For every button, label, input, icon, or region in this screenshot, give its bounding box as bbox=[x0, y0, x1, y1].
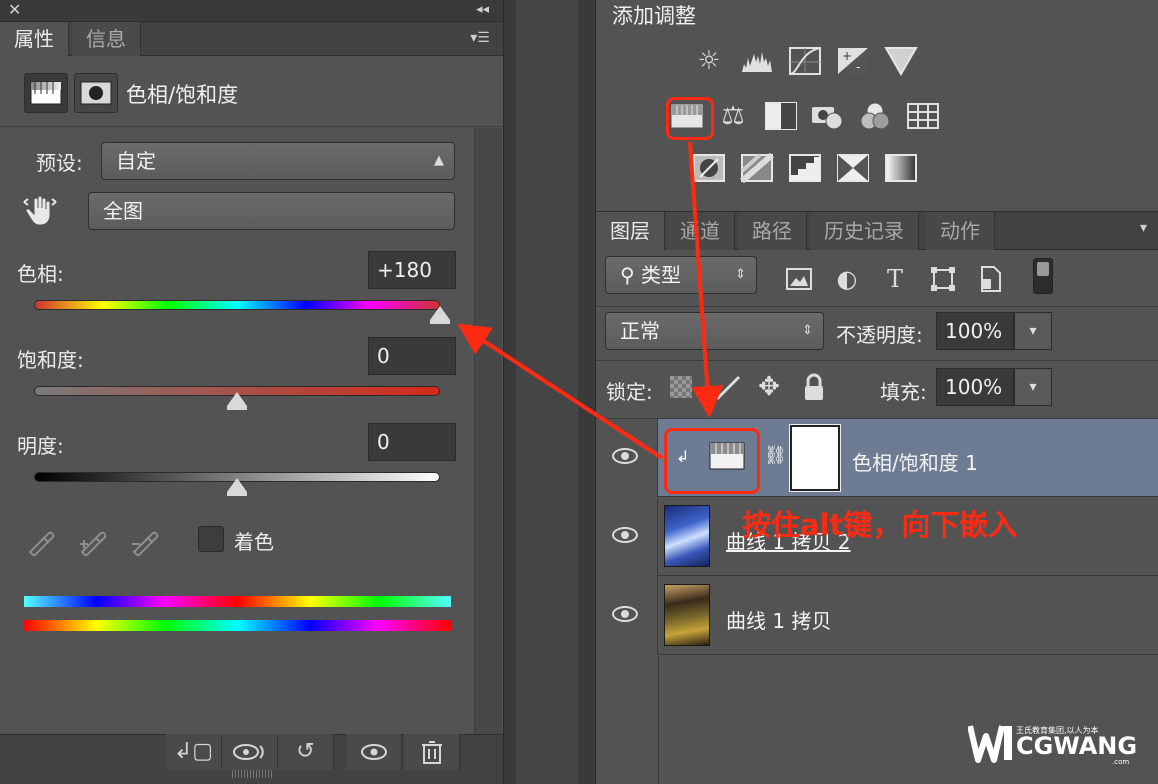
watermark-domain: .com bbox=[1112, 758, 1130, 766]
cgwang-logo-icon bbox=[967, 722, 1014, 764]
arrow-to-hue-slider bbox=[457, 323, 664, 460]
annotation-text: 按住alt键，向下嵌入 bbox=[742, 508, 1018, 542]
watermark-brand: CGWANG bbox=[1016, 732, 1138, 760]
annotation-arrows bbox=[457, 141, 724, 460]
arrow-down-to-layer bbox=[688, 141, 724, 418]
